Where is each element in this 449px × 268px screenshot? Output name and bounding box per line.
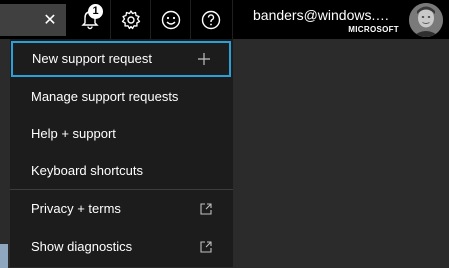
menu-item-label: Manage support requests xyxy=(31,89,179,104)
avatar xyxy=(409,3,443,37)
menu-item-label: Show diagnostics xyxy=(31,239,133,254)
menu-item-new-support-request[interactable]: New support request xyxy=(11,41,231,77)
plus-icon xyxy=(197,43,211,75)
menu-item-label: Keyboard shortcuts xyxy=(31,163,144,178)
account-email: banders@windows.mi... xyxy=(253,7,398,23)
menu-item-manage-support-requests[interactable]: Manage support requests xyxy=(10,78,233,115)
account-menu-button[interactable]: banders@windows.mi... MICROSOFT xyxy=(232,0,449,39)
menu-item-show-diagnostics[interactable]: Show diagnostics xyxy=(10,228,233,265)
menu-item-label: Privacy + terms xyxy=(31,201,121,216)
help-button[interactable] xyxy=(190,0,230,39)
menu-item-help-support[interactable]: Help + support xyxy=(10,115,233,152)
account-tenant: MICROSOFT xyxy=(348,25,399,34)
help-menu: New support request Manage support reque… xyxy=(10,39,233,267)
notifications-button[interactable]: 1 xyxy=(70,0,110,39)
close-icon[interactable]: ✕ xyxy=(40,10,60,30)
external-link-icon xyxy=(199,190,213,227)
settings-button[interactable] xyxy=(110,0,150,39)
menu-item-label: New support request xyxy=(32,51,152,66)
feedback-button[interactable] xyxy=(150,0,190,39)
top-bar: ✕ 1 banders@windows.mi... MICROSOFT xyxy=(0,0,449,39)
smiley-icon xyxy=(160,9,182,31)
menu-item-privacy-terms[interactable]: Privacy + terms xyxy=(10,190,233,227)
menu-item-keyboard-shortcuts[interactable]: Keyboard shortcuts xyxy=(10,152,233,189)
menu-item-label: Help + support xyxy=(31,126,116,141)
external-link-icon xyxy=(199,228,213,265)
search-box[interactable]: ✕ xyxy=(0,4,66,36)
question-icon xyxy=(200,9,222,31)
notification-count-badge: 1 xyxy=(88,4,103,19)
gear-icon xyxy=(120,9,142,31)
background-panel-edge xyxy=(0,244,8,268)
